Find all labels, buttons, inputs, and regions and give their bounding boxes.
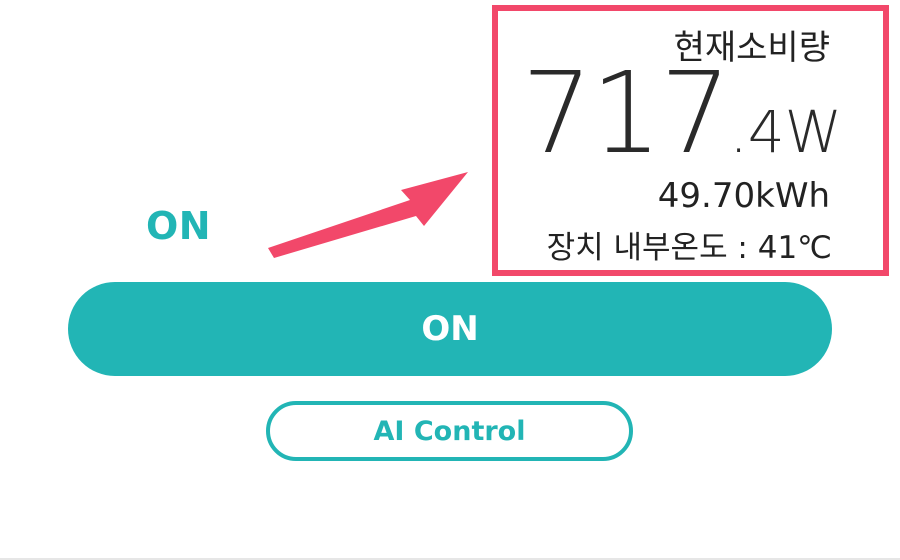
- power-control-screen: ON 현재소비량 717.4W 49.70kWh 장치 내부온도 : 41℃ O…: [0, 0, 900, 560]
- internal-temperature: 장치 내부온도 : 41℃: [546, 230, 832, 266]
- ai-control-button[interactable]: AI Control: [266, 401, 633, 461]
- power-decimal-unit: .4W: [729, 98, 842, 166]
- power-integer: 717: [521, 49, 732, 179]
- arrow-pointer-icon: [268, 172, 468, 258]
- device-status-label: ON: [146, 204, 212, 248]
- on-button[interactable]: ON: [68, 282, 832, 376]
- accumulated-energy: 49.70kWh: [657, 176, 830, 216]
- current-power-value: 717.4W: [522, 58, 842, 170]
